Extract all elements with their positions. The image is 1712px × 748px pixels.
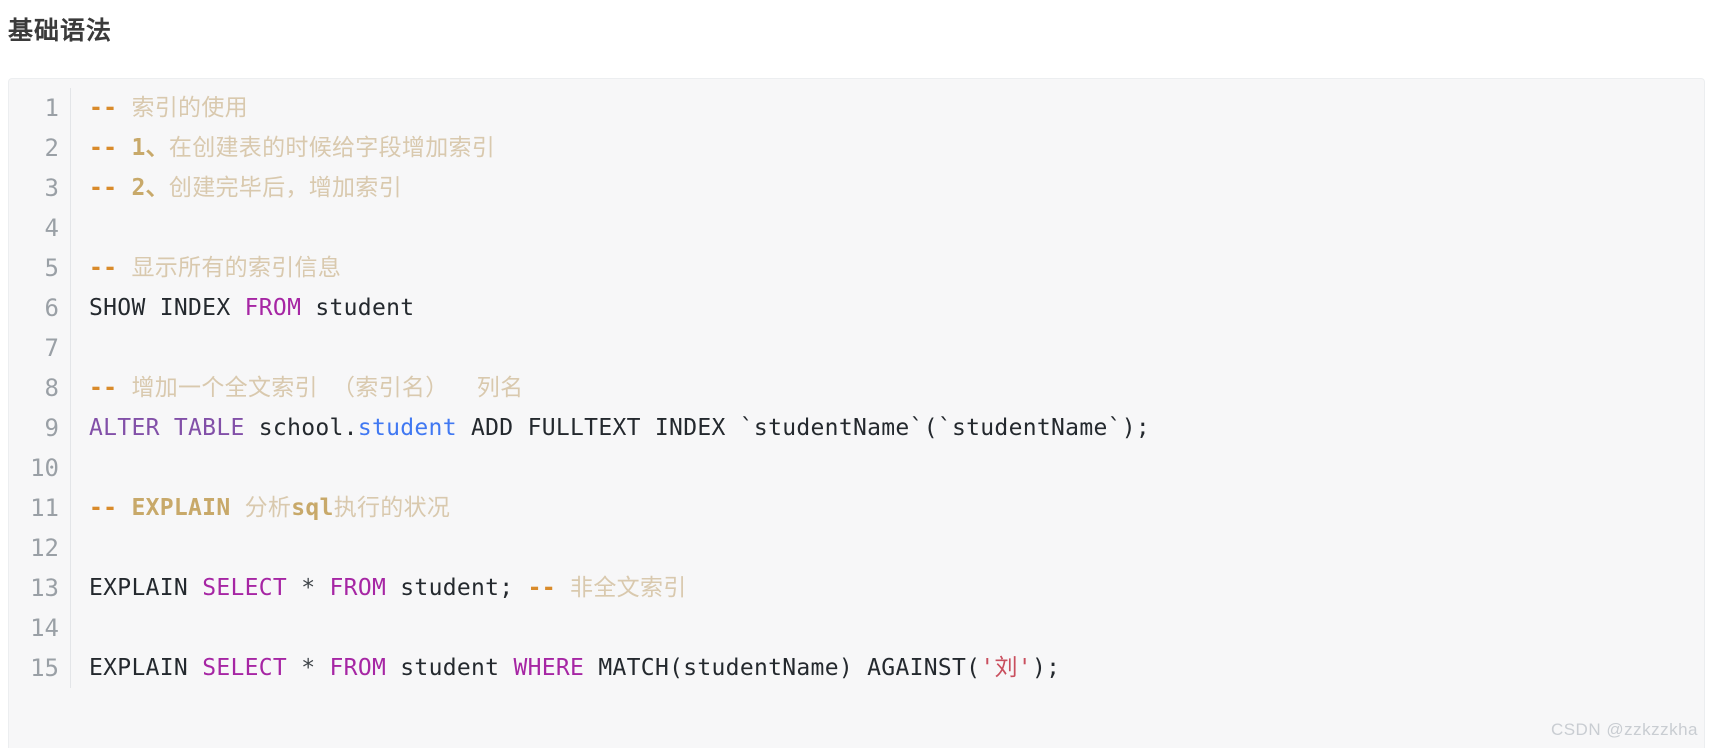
code-token: student xyxy=(386,655,514,681)
code-token: -- xyxy=(89,175,118,201)
code-token: ADD FULLTEXT INDEX `studentName`(`studen… xyxy=(456,415,1151,441)
code-line[interactable] xyxy=(89,528,1704,568)
line-number: 4 xyxy=(44,214,59,242)
code-token: 索引的使用 xyxy=(117,95,248,121)
line-number: 15 xyxy=(30,654,59,682)
code-token: FROM xyxy=(329,575,387,601)
code-token: -- xyxy=(89,95,118,121)
code-token: sql xyxy=(291,495,334,521)
code-token: -- xyxy=(527,575,556,601)
line-number: 10 xyxy=(30,454,59,482)
code-token: WHERE xyxy=(513,655,585,681)
line-number: 1 xyxy=(44,94,59,122)
code-token: 显示所有的索引信息 xyxy=(117,255,342,281)
code-token: 非全文索引 xyxy=(555,575,687,601)
code-line[interactable]: -- 显示所有的索引信息 xyxy=(89,248,1704,288)
line-number: 7 xyxy=(44,334,59,362)
code-token: student; xyxy=(386,575,528,601)
code-token: FROM xyxy=(244,295,302,321)
code-token: 2、 xyxy=(117,175,169,201)
code-token: SELECT xyxy=(202,655,288,681)
code-line[interactable]: -- 1、在创建表的时候给字段增加索引 xyxy=(89,128,1704,168)
code-token: SHOW INDEX xyxy=(89,295,245,321)
code-token: EXPLAIN xyxy=(89,575,203,601)
line-number: 13 xyxy=(30,574,59,602)
code-token: EXPLAIN xyxy=(89,655,203,681)
code-line[interactable] xyxy=(89,208,1704,248)
code-token: student xyxy=(357,415,457,441)
line-number: 2 xyxy=(44,134,59,162)
code-token: 1、 xyxy=(117,135,169,161)
line-number: 9 xyxy=(44,414,59,442)
code-token: -- xyxy=(89,135,118,161)
line-number: 8 xyxy=(44,374,59,402)
line-number: 6 xyxy=(44,294,59,322)
code-line[interactable]: -- 索引的使用 xyxy=(89,88,1704,128)
line-number: 3 xyxy=(44,174,59,202)
code-line[interactable]: -- 2、创建完毕后，增加索引 xyxy=(89,168,1704,208)
code-content[interactable]: -- 索引的使用 -- 1、在创建表的时候给字段增加索引 -- 2、创建完毕后，增加… xyxy=(71,88,1704,688)
code-line[interactable]: SHOW INDEX FROM student xyxy=(89,288,1704,328)
code-token: '刘' xyxy=(980,655,1032,681)
code-line[interactable]: EXPLAIN SELECT * FROM student WHERE MATC… xyxy=(89,648,1704,688)
line-number: 14 xyxy=(30,614,59,642)
code-line[interactable]: -- EXPLAIN 分析sql执行的状况 xyxy=(89,488,1704,528)
code-token: EXPLAIN xyxy=(117,495,245,521)
code-line[interactable]: -- 增加一个全文索引 （索引名） 列名 xyxy=(89,368,1704,408)
code-token: student xyxy=(301,295,415,321)
code-block[interactable]: 1 2 3 4 5 6 7 8 9 10 11 12 13 14 15 -- 索引的使用 -- 1、在创建表的… xyxy=(8,78,1705,748)
code-token: -- xyxy=(89,495,118,521)
code-scroll-area[interactable]: 1 2 3 4 5 6 7 8 9 10 11 12 13 14 15 -- 索引的使用 -- 1、在创建表的… xyxy=(9,79,1704,688)
code-token: SELECT xyxy=(202,575,288,601)
line-number-gutter: 1 2 3 4 5 6 7 8 9 10 11 12 13 14 15 xyxy=(9,88,71,688)
code-token: * xyxy=(287,575,330,601)
code-token: 创建完毕后，增加索引 xyxy=(168,175,402,201)
page-title: 基础语法 xyxy=(8,17,113,45)
line-number: 5 xyxy=(44,254,59,282)
code-token: 在创建表的时候给字段增加索引 xyxy=(168,135,496,161)
code-token: school. xyxy=(244,415,358,441)
code-token: 增加一个全文索引 （索引名） 列名 xyxy=(117,375,524,401)
code-token: -- xyxy=(89,255,118,281)
code-token: FROM xyxy=(329,655,387,681)
code-token: * xyxy=(287,655,330,681)
code-line[interactable] xyxy=(89,328,1704,368)
code-line[interactable]: ALTER TABLE school.student ADD FULLTEXT … xyxy=(89,408,1704,448)
line-number: 11 xyxy=(30,494,59,522)
code-line[interactable] xyxy=(89,608,1704,648)
code-token: 分析 xyxy=(244,495,292,521)
code-token: -- xyxy=(89,375,118,401)
line-number: 12 xyxy=(30,534,59,562)
code-line[interactable]: EXPLAIN SELECT * FROM student; -- 非全文索引 xyxy=(89,568,1704,608)
code-token: ALTER TABLE xyxy=(89,415,245,441)
code-token: ); xyxy=(1031,655,1061,681)
code-line[interactable] xyxy=(89,448,1704,488)
watermark: CSDN @zzkzzkha xyxy=(1550,720,1698,739)
code-token: 执行的状况 xyxy=(333,495,451,521)
code-token: MATCH(studentName) AGAINST( xyxy=(584,655,981,681)
